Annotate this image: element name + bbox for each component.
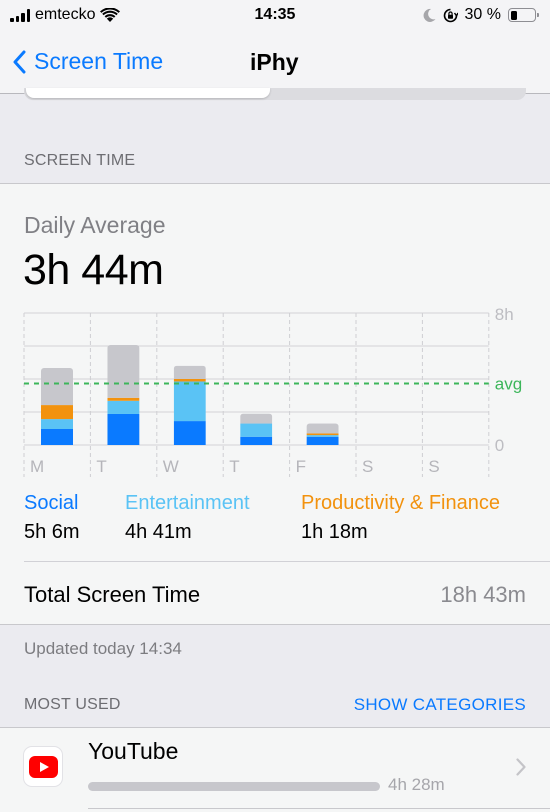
bar-day-0[interactable] [41,367,73,445]
bar-segment-social [306,436,339,445]
bar-segment-other [306,423,339,434]
moon-icon [423,8,436,22]
page-title: iPhy [250,49,299,75]
y-tick-label-max: 8h [495,305,514,324]
battery-level [510,10,518,20]
legend-label: Entertainment [125,492,250,514]
navigation-bar: Screen Time iPhy [0,32,550,94]
day-label: T [96,457,106,476]
bar-segment-productivity-finance [107,397,140,401]
youtube-icon [23,746,63,787]
back-label: Screen Time [34,48,164,74]
bar-segment-entertainment [240,423,273,437]
section-header-most-used: MOST USED [24,696,121,713]
segment-selected[interactable] [26,88,270,98]
bar-day-4[interactable] [306,423,339,445]
total-label: Total Screen Time [24,582,201,607]
section-header-screen-time: SCREEN TIME [24,152,136,169]
status-right: 30 % [423,6,539,24]
total-screen-time-row: Total Screen Time 18h 43m [0,562,550,626]
show-categories-button[interactable]: SHOW CATEGORIES [354,695,526,715]
status-bar: emtecko 14:35 30 % [0,0,550,32]
battery-icon [508,8,539,22]
legend-value: 1h 18m [301,521,368,543]
bar-segment-other [173,365,206,379]
bar-segment-other [240,413,273,424]
day-label: W [163,457,179,476]
bar-segment-social [173,421,206,445]
app-usage-time: 4h 28m [388,775,445,794]
bar-segment-entertainment [306,435,339,437]
legend-label: Social [24,492,79,514]
bar-segment-entertainment [107,400,140,414]
battery-percent: 30 % [464,6,501,23]
bar-segment-productivity-finance [41,405,73,420]
day-label: S [428,457,439,476]
day-label: M [30,457,44,476]
orientation-lock-icon [443,8,458,22]
bar-day-3[interactable] [240,413,273,445]
updated-timestamp: Updated today 14:34 [24,639,182,658]
bar-segment-social [107,413,140,445]
y-tick-label-min: 0 [495,436,504,455]
legend-value: 5h 6m [24,521,80,543]
bar-day-1[interactable] [107,345,140,445]
bar-segment-entertainment [173,381,206,422]
bar-segment-productivity-finance [306,433,339,436]
usage-chart[interactable]: M T W T F S Savg 8h 0 [0,184,550,484]
screen-time-card: Daily Average 3h 44m M T W T F S Savg 8h 0 Socia… [0,183,550,625]
legend-social: Social 5h 6m [24,492,80,544]
average-label: avg [495,374,522,393]
bar-segment-other [107,345,140,398]
day-label: F [296,457,306,476]
period-segmented-control[interactable] [24,88,526,100]
bar-segment-social [41,428,73,445]
legend-value: 4h 41m [125,521,192,543]
usage-bar-track [88,782,380,791]
day-label: T [229,457,239,476]
day-label: S [362,457,373,476]
bar-segment-entertainment [41,419,73,429]
divider [88,808,550,809]
app-name: YouTube [88,738,179,764]
app-row-youtube[interactable]: YouTube 4h 28m [0,727,550,812]
youtube-logo [28,755,58,778]
legend-label: Productivity & Finance [301,492,500,514]
chevron-left-icon [13,50,26,73]
legend-productivity-finance: Productivity & Finance 1h 18m [301,492,500,544]
bar-segment-productivity-finance [173,379,206,382]
back-button[interactable]: Screen Time [12,48,163,75]
bar-segment-other [41,367,73,406]
bar-segment-social [240,436,273,445]
usage-bar [88,782,380,791]
chevron-right-icon [516,758,526,776]
legend-entertainment: Entertainment 4h 41m [125,492,250,544]
bar-day-2[interactable] [173,365,206,445]
total-value: 18h 43m [440,582,526,607]
